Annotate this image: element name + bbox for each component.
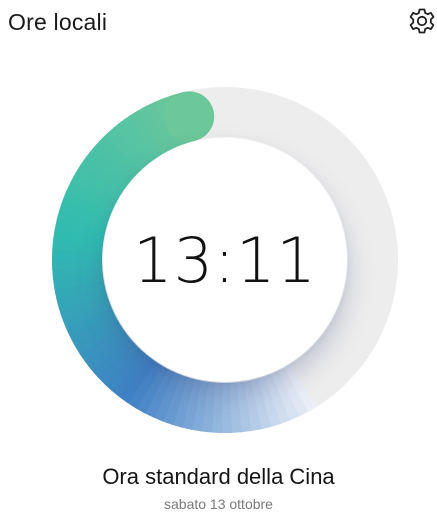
page-title: Ore locali xyxy=(8,9,108,35)
timezone-date: sabato 13 ottobre xyxy=(164,496,273,512)
world-clock-screen: Ore locali 13:11 Ora standard della Cina… xyxy=(0,0,437,512)
timezone-name: Ora standard della Cina xyxy=(102,464,335,489)
clock-dial: 13:11 xyxy=(52,87,398,433)
settings-button[interactable] xyxy=(407,6,437,36)
time-display: 13:11 xyxy=(133,223,317,297)
gear-icon xyxy=(409,8,435,34)
